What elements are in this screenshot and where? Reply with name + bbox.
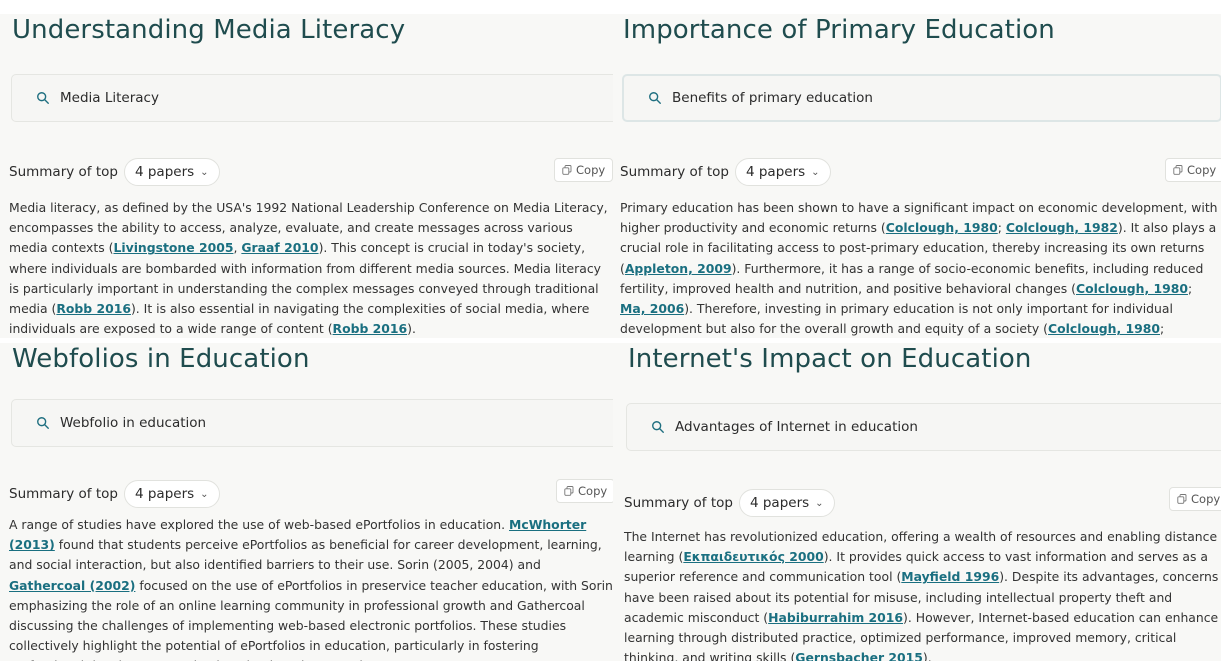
search-icon (649, 92, 661, 104)
citation-link[interactable]: Appleton, 2009 (625, 261, 732, 276)
copy-button[interactable]: Copy (556, 479, 613, 503)
copy-button[interactable]: Copy (1165, 158, 1221, 182)
citation-link[interactable]: Colclough, 1980 (886, 220, 998, 235)
citation-link[interactable]: Εκπαιδευτικός 2000 (683, 549, 823, 564)
citation-link[interactable]: Colclough, 1980 (1048, 321, 1160, 336)
search-query-box[interactable]: Advantages of Internet in education (626, 403, 1221, 451)
search-icon (652, 421, 664, 433)
copy-label: Copy (578, 484, 608, 498)
papers-count-dropdown[interactable]: 4 papers ⌄ (123, 158, 220, 186)
search-icon (37, 417, 49, 429)
copy-label: Copy (576, 163, 606, 177)
summary-text: Media literacy, as defined by the USA's … (9, 198, 609, 338)
summary-label: Summary of top (9, 486, 118, 502)
search-query-text: Advantages of Internet in education (675, 419, 918, 435)
summary-text: Primary education has been shown to have… (620, 198, 1220, 338)
summary-label: Summary of top (9, 164, 118, 180)
chevron-down-icon: ⌄ (200, 166, 209, 178)
summary-panel-media-literacy: Understanding Media Literacy Media Liter… (0, 14, 613, 338)
summary-text: A range of studies have explored the use… (9, 515, 613, 661)
citation-link[interactable]: Livingstone 2005 (113, 240, 233, 255)
papers-count-label: 4 papers (745, 164, 806, 180)
copy-icon (1173, 165, 1183, 175)
copy-button[interactable]: Copy (1169, 487, 1221, 511)
summary-text-segment: A range of studies have explored the use… (9, 517, 510, 532)
search-query-box[interactable]: Webfolio in education (11, 399, 613, 447)
papers-count-dropdown[interactable]: 4 papers ⌄ (734, 158, 831, 186)
copy-label: Copy (1187, 163, 1217, 177)
search-icon (37, 92, 49, 104)
search-query-text: Media Literacy (60, 90, 159, 106)
search-query-box[interactable]: Benefits of primary education (622, 74, 1221, 122)
summary-text-segment: ; (997, 220, 1006, 236)
panel-title: Importance of Primary Education (623, 15, 1055, 45)
search-query-text: Benefits of primary education (672, 90, 873, 106)
summary-text-segment: ; (1160, 321, 1165, 337)
citation-link[interactable]: Robb 2016 (333, 321, 408, 336)
citation-link[interactable]: Colclough, 1980 (1076, 281, 1188, 296)
panel-title: Understanding Media Literacy (12, 15, 406, 45)
summary-text: The Internet has revolutionized educatio… (624, 527, 1220, 661)
summary-header: Summary of top 4 papers ⌄ (624, 489, 835, 517)
panel-title: Internet's Impact on Education (628, 344, 1032, 374)
citation-link[interactable]: Mayfield 1996 (901, 569, 999, 584)
papers-count-label: 4 papers (134, 486, 195, 502)
citation-link[interactable]: Ma, 2006 (620, 301, 684, 316)
copy-icon (564, 486, 574, 496)
summary-text-segment: ; (1187, 280, 1193, 296)
copy-icon (562, 165, 572, 175)
summary-label: Summary of top (624, 495, 733, 511)
chevron-down-icon: ⌄ (815, 497, 824, 509)
summary-panel-internet-impact: Internet's Impact on Education Advantage… (613, 343, 1221, 661)
papers-count-label: 4 papers (134, 164, 195, 180)
papers-count-label: 4 papers (749, 495, 810, 511)
papers-count-dropdown[interactable]: 4 papers ⌄ (738, 489, 835, 517)
copy-label: Copy (1191, 492, 1221, 506)
summary-panel-primary-education: Importance of Primary Education Benefits… (613, 14, 1221, 338)
citation-link[interactable]: Colclough, 1982 (1006, 220, 1118, 235)
summary-panel-webfolios: Webfolios in Education Webfolio in educa… (0, 343, 613, 661)
citation-link[interactable]: Graaf 2010 (241, 240, 318, 255)
copy-icon (1177, 494, 1187, 504)
chevron-down-icon: ⌄ (200, 488, 209, 500)
citation-link[interactable]: Robb 2016 (56, 301, 131, 316)
summary-header: Summary of top 4 papers ⌄ (9, 158, 220, 186)
citation-link[interactable]: Habiburrahim 2016 (768, 610, 903, 625)
summary-label: Summary of top (620, 164, 729, 180)
papers-count-dropdown[interactable]: 4 papers ⌄ (123, 480, 220, 508)
search-query-box[interactable]: Media Literacy (11, 74, 613, 122)
citation-link[interactable]: Gernsbacher 2015 (795, 650, 923, 661)
summary-text-segment: found that students perceive ePortfolios… (9, 537, 602, 573)
search-query-text: Webfolio in education (60, 415, 207, 431)
panel-title: Webfolios in Education (12, 344, 310, 374)
summary-header: Summary of top 4 papers ⌄ (620, 158, 831, 186)
summary-text-segment: ). (922, 650, 932, 661)
summary-text-segment: ). (407, 321, 416, 337)
citation-link[interactable]: Gathercoal (2002) (9, 578, 135, 593)
chevron-down-icon: ⌄ (811, 166, 820, 178)
copy-button[interactable]: Copy (554, 158, 613, 182)
summary-header: Summary of top 4 papers ⌄ (9, 480, 220, 508)
